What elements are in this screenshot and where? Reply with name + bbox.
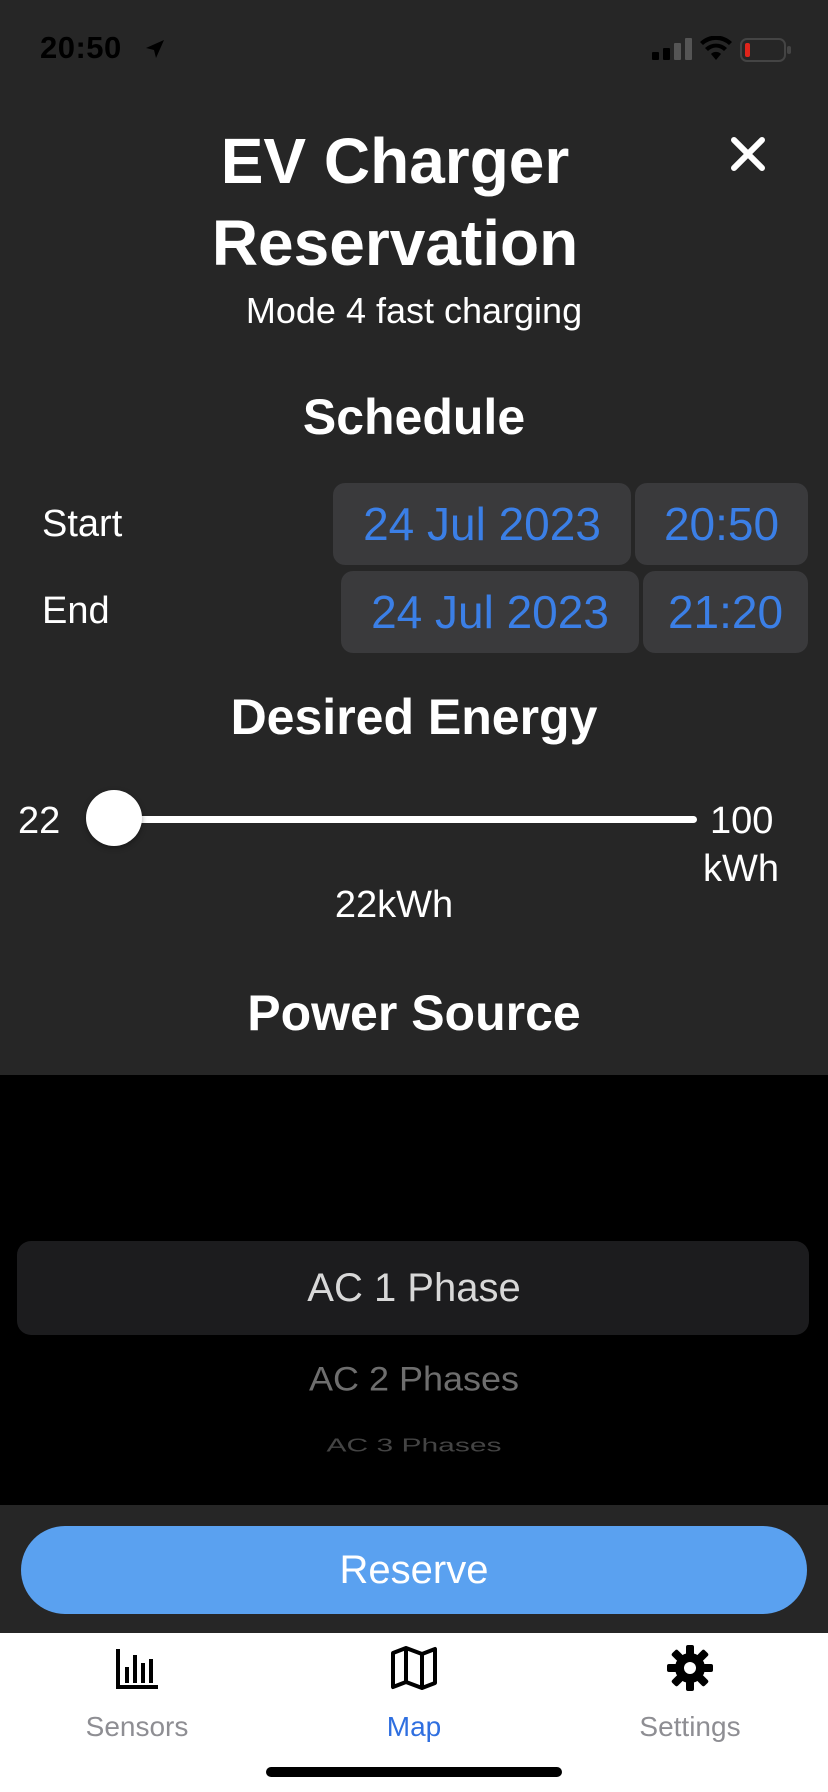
subtitle: Mode 4 fast charging (245, 290, 583, 331)
energy-slider-thumb[interactable] (86, 790, 142, 846)
close-icon[interactable] (728, 134, 768, 174)
start-label: Start (42, 503, 123, 545)
location-arrow-icon (146, 40, 164, 58)
slider-max-label: 100 (710, 800, 774, 842)
reserve-button[interactable]: Reserve (21, 1526, 807, 1614)
power-source-heading: Power Source (247, 985, 581, 1041)
power-option-ac1[interactable]: AC 1 Phase (0, 1266, 828, 1311)
home-indicator (266, 1767, 562, 1777)
tab-map-label: Map (386, 1711, 442, 1742)
tab-sensors-label: Sensors (85, 1711, 189, 1742)
energy-heading: Desired Energy (230, 689, 598, 745)
end-label: End (42, 590, 110, 632)
tab-settings-label: Settings (639, 1711, 741, 1742)
energy-slider-track[interactable] (115, 816, 697, 823)
title-line-1: EV Charger (220, 125, 570, 197)
slider-min-label: 22 (18, 800, 61, 842)
end-date-picker[interactable]: 24 Jul 2023 (341, 571, 639, 653)
tab-sensors[interactable]: Sensors (37, 1633, 237, 1753)
power-option-ac2[interactable]: AC 2 Phases (0, 1359, 828, 1399)
tab-map[interactable]: Map (314, 1633, 514, 1753)
gear-icon (667, 1645, 713, 1691)
start-time-picker[interactable]: 20:50 (635, 483, 808, 565)
cellular-signal-icon (652, 38, 692, 60)
page-title: EV Charger Reservation (140, 120, 650, 284)
battery-icon (740, 38, 791, 62)
power-option-ac3[interactable]: AC 3 Phases (0, 1436, 828, 1460)
start-date-picker[interactable]: 24 Jul 2023 (333, 483, 631, 565)
energy-value: 22kWh (334, 884, 454, 926)
title-line-2: Reservation (211, 207, 579, 279)
schedule-heading: Schedule (302, 389, 526, 445)
bar-chart-icon (116, 1649, 158, 1689)
tab-settings[interactable]: Settings (590, 1633, 790, 1753)
map-icon (391, 1646, 437, 1690)
end-time-picker[interactable]: 21:20 (643, 571, 808, 653)
status-time: 20:50 (40, 30, 122, 65)
wifi-icon (700, 36, 732, 60)
